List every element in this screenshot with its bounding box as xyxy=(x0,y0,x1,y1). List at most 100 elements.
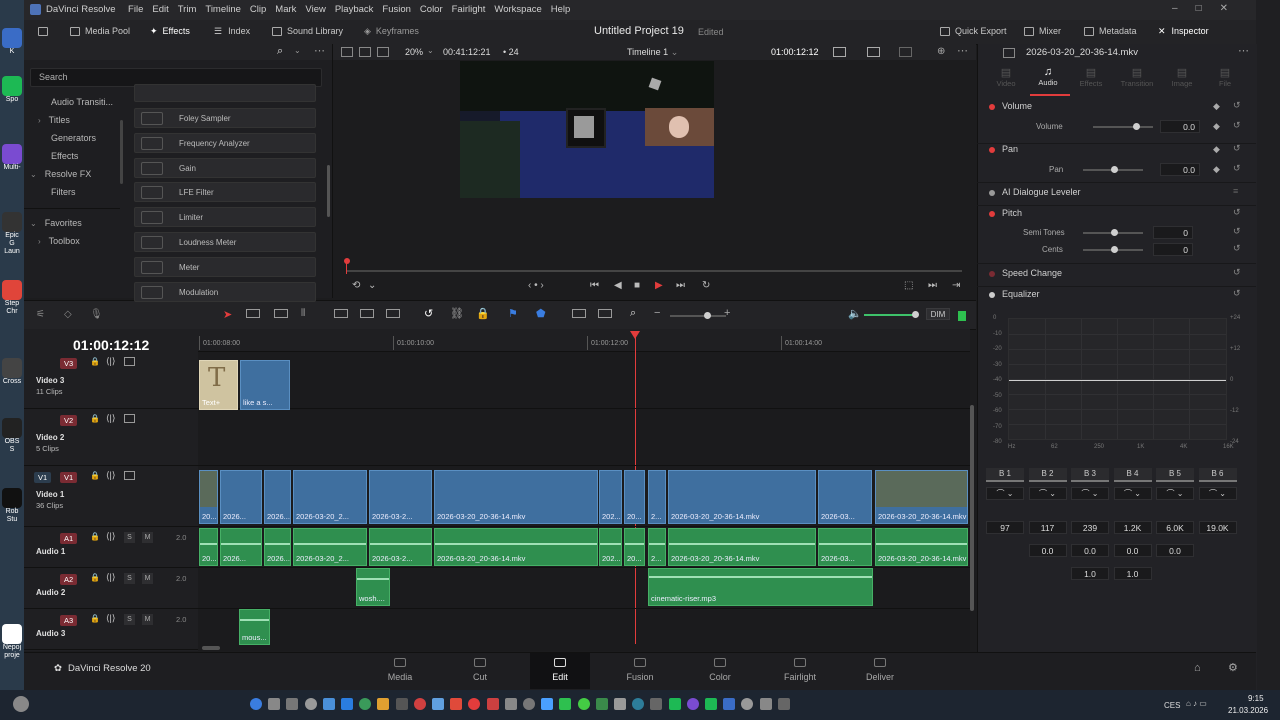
keyframe-diamond-icon[interactable]: ◆ xyxy=(1213,164,1220,175)
volume-slider[interactable] xyxy=(1093,126,1153,128)
scrubber-head-knob[interactable] xyxy=(344,258,350,264)
taskbar-app-icon[interactable] xyxy=(304,698,317,710)
speed-enable-dot[interactable] xyxy=(989,270,995,277)
effect-item[interactable]: Frequency Analyzer xyxy=(134,132,316,153)
inspector-tab-effects[interactable]: ▤ Effects xyxy=(1071,66,1111,88)
eq-band-header[interactable]: B 3 xyxy=(1071,468,1109,482)
audio-clip[interactable]: 2026... xyxy=(264,528,291,566)
semitones-value[interactable]: 0 xyxy=(1153,226,1193,239)
video-clip[interactable]: 202... xyxy=(599,470,622,524)
timeline-view-icon[interactable]: ⚟ xyxy=(36,309,45,320)
video-clip[interactable]: 20... xyxy=(624,470,645,524)
effect-item[interactable]: Gain xyxy=(134,157,316,178)
eq-band-frequency[interactable]: 1.2K xyxy=(1113,521,1152,534)
taskbar-app-icon[interactable] xyxy=(395,698,408,710)
next-edit-icon[interactable]: ⏭ xyxy=(928,280,937,291)
master-volume-slider[interactable] xyxy=(864,314,916,316)
menu-view[interactable]: View xyxy=(305,4,325,15)
voiceover-icon[interactable]: 🎙 xyxy=(90,309,103,320)
media-pool-button[interactable]: Media Pool xyxy=(70,26,130,37)
eq-band-gain[interactable]: 0.0 xyxy=(1071,544,1109,557)
crop-icon[interactable] xyxy=(899,47,912,57)
audio-clip[interactable]: 2026-03-20_20-36-14.mkv xyxy=(668,528,816,566)
eq-band-frequency[interactable]: 97 xyxy=(986,521,1024,534)
chevron-down-icon[interactable]: ⌄ xyxy=(294,46,301,55)
track-id-tag[interactable]: A2 xyxy=(60,574,78,585)
mute-button[interactable]: M xyxy=(142,573,153,584)
menu-fairlight[interactable]: Fairlight xyxy=(452,4,486,15)
eq-band-header[interactable]: B 2 xyxy=(1028,468,1067,482)
effects-button[interactable]: ✦ Effects xyxy=(150,26,190,37)
taskbar-app-icon[interactable] xyxy=(250,698,262,710)
track-header[interactable]: A2 🔒 ⟨|⟩ S M 2.0 Audio 2 xyxy=(24,568,198,609)
replace-clip-icon[interactable] xyxy=(386,309,400,318)
menu-mark[interactable]: Mark xyxy=(275,4,296,15)
effect-item[interactable]: Meter xyxy=(134,256,316,277)
lock-icon[interactable]: 🔒 xyxy=(90,357,100,366)
master-volume-knob[interactable] xyxy=(912,311,919,318)
inspector-tab-audio[interactable]: ♫ Audio xyxy=(1028,66,1068,87)
auto-select-icon[interactable]: ⟨|⟩ xyxy=(106,613,115,624)
desktop-icon[interactable]: Cross xyxy=(2,358,22,386)
reset-icon[interactable]: ↺ xyxy=(1233,207,1241,218)
mute-button[interactable]: M xyxy=(142,614,153,625)
eq-band-frequency[interactable]: 19.0K xyxy=(1198,521,1237,534)
eq-band-type-select[interactable]: ⌒ ⌄ xyxy=(1028,487,1067,500)
play-icon[interactable]: ▶ xyxy=(655,280,663,291)
effect-item[interactable]: Limiter xyxy=(134,207,316,228)
desktop-icon[interactable]: Spo xyxy=(2,76,22,104)
reset-icon[interactable]: ↺ xyxy=(1233,100,1241,111)
tree-item[interactable]: Effects xyxy=(51,151,78,161)
jog-icon[interactable]: ‹ • › xyxy=(528,280,544,291)
keyframe-diamond-icon[interactable]: ◆ xyxy=(1213,101,1220,112)
taskbar-date[interactable]: 21.03.2026 xyxy=(1228,706,1268,715)
loop-toggle-icon[interactable]: ↻ xyxy=(702,280,710,291)
timeline-vscrollbar[interactable] xyxy=(970,405,974,611)
equalizer-enable-dot[interactable] xyxy=(989,291,995,298)
reset-icon[interactable]: ↺ xyxy=(1233,143,1241,154)
eq-band-type-select[interactable]: ⌒ ⌄ xyxy=(1113,487,1152,500)
speaker-icon[interactable]: 🔈 xyxy=(848,307,862,320)
dialogue-leveler-title[interactable]: AI Dialogue Leveler xyxy=(989,187,1081,197)
eq-band-type-select[interactable]: ⌒ ⌄ xyxy=(1071,487,1109,500)
taskbar-app-icon[interactable] xyxy=(686,698,699,710)
speed-change-title[interactable]: Speed Change xyxy=(989,268,1062,278)
fx-overlay-icon[interactable]: ⊕ xyxy=(937,46,945,57)
semitones-slider-knob[interactable] xyxy=(1111,229,1118,236)
reset-icon[interactable]: ↺ xyxy=(1233,163,1241,174)
lock-icon[interactable]: 🔒 xyxy=(90,614,100,623)
keyframes-button[interactable]: ◈ Keyframes xyxy=(364,26,419,37)
prev-frame-icon[interactable]: ◀ xyxy=(614,280,622,291)
zoom-full-icon[interactable] xyxy=(572,309,586,318)
fullscreen-icon[interactable]: ⬚ xyxy=(904,280,913,291)
tree-scrollbar[interactable] xyxy=(120,120,123,184)
fusion-page-icon[interactable] xyxy=(634,658,646,667)
taskbar-app-icon[interactable] xyxy=(268,698,281,710)
effect-item[interactable]: LFE Filter xyxy=(134,182,316,203)
track-visibility-icon[interactable] xyxy=(124,471,135,480)
track-id-tag[interactable]: V3 xyxy=(60,358,78,369)
taskbar-app-icon[interactable] xyxy=(559,698,572,710)
keyframe-diamond-icon[interactable]: ◆ xyxy=(1213,121,1220,132)
pitch-title[interactable]: Pitch xyxy=(989,208,1022,218)
eq-band-header[interactable]: B 4 xyxy=(1113,468,1152,482)
title-clip[interactable]: like a s... xyxy=(240,360,290,410)
more-options-icon[interactable]: ⋯ xyxy=(314,44,325,57)
fairlight-page-icon[interactable] xyxy=(794,658,806,667)
equalizer-title[interactable]: Equalizer xyxy=(989,289,1040,299)
eq-band-type-select[interactable]: ⌒ ⌄ xyxy=(1156,487,1194,500)
video-clip[interactable]: 2... xyxy=(648,470,666,524)
audio-clip[interactable]: 2026... xyxy=(220,528,262,566)
menu-file[interactable]: File xyxy=(128,4,143,15)
edit-page-icon[interactable] xyxy=(554,658,566,667)
page-tab-fairlight[interactable]: Fairlight xyxy=(770,672,830,682)
effect-item[interactable]: Modulation xyxy=(134,281,316,302)
end-icon[interactable]: ⇥ xyxy=(952,280,960,291)
lock-icon[interactable]: 🔒 xyxy=(90,414,100,423)
mute-button[interactable]: M xyxy=(142,532,153,543)
eq-band-gain[interactable]: 0.0 xyxy=(1113,544,1152,557)
audio-clip[interactable]: 2026-03-20_2... xyxy=(293,528,367,566)
tree-item[interactable]: Audio Transiti... xyxy=(51,97,113,107)
solo-button[interactable]: S xyxy=(124,614,135,625)
taskbar-app-icon[interactable] xyxy=(413,698,426,710)
